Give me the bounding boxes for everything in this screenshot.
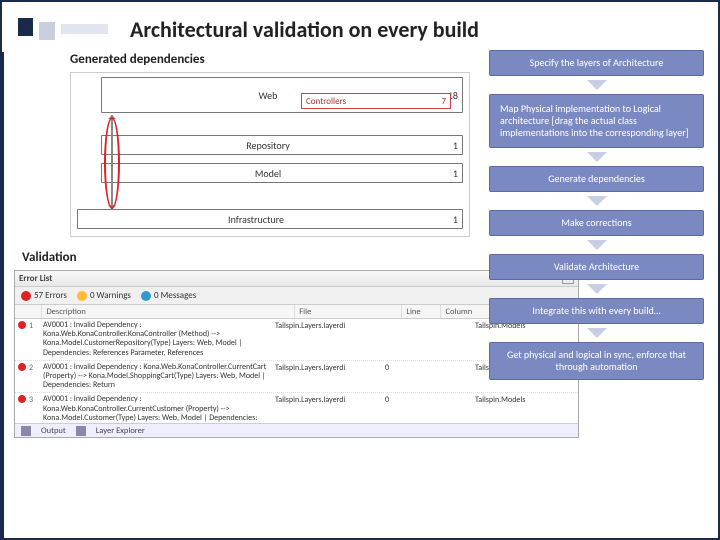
output-icon: [21, 426, 31, 436]
row-line: 0: [385, 363, 425, 391]
flow-arrow-icon: [587, 196, 607, 206]
col-column[interactable]: Column: [441, 305, 490, 318]
flow-step: Validate Architecture: [489, 254, 704, 280]
row-line: [385, 321, 425, 358]
flow-step: Specify the layers of Architecture: [489, 50, 704, 76]
flow-step: Integrate this with every build…: [489, 298, 704, 324]
flow-step: Make corrections: [489, 210, 704, 236]
layer-explorer-icon: [76, 426, 86, 436]
highlight-oval: [104, 117, 120, 209]
layer-infrastructure: Infrastructure 1: [77, 209, 463, 229]
info-icon: [141, 291, 151, 301]
flow-arrow-icon: [587, 152, 607, 162]
layer-controllers-label: Controllers: [306, 96, 346, 107]
row-file: Tailspin.Layers.layerdi: [275, 321, 385, 358]
row-description: AV0001 : Invalid Dependency : Kona.Web.K…: [43, 321, 275, 358]
layer-model: Model 1: [101, 163, 463, 183]
layer-infrastructure-count: 1: [434, 213, 462, 226]
col-description[interactable]: Description: [42, 305, 295, 318]
flow-arrow-icon: [587, 284, 607, 294]
page-title: Architectural validation on every build: [130, 16, 479, 43]
slide-left-edge: [0, 52, 4, 538]
filter-messages[interactable]: 0 Messages: [141, 290, 196, 301]
row-column: [425, 321, 475, 358]
flow-arrow-icon: [587, 240, 607, 250]
col-line[interactable]: Line: [402, 305, 441, 318]
layer-model-label: Model: [102, 167, 434, 180]
row-description: AV0001 : Invalid Dependency : Kona.Web.K…: [43, 363, 275, 391]
section-generated-deps: Generated dependencies: [70, 52, 205, 67]
layer-repository-count: 1: [434, 139, 462, 152]
filter-errors[interactable]: 57 Errors: [21, 290, 67, 301]
layer-model-count: 1: [434, 167, 462, 180]
layer-controllers: Controllers 7: [301, 93, 451, 109]
layer-repository-label: Repository: [102, 139, 434, 152]
layer-repository: Repository 1: [101, 135, 463, 155]
layer-controllers-count: 7: [441, 96, 446, 107]
error-icon: [21, 291, 31, 301]
section-validation: Validation: [22, 250, 77, 265]
filter-warnings[interactable]: 0 Warnings: [77, 290, 131, 301]
flow-arrow-icon: [587, 328, 607, 338]
layer-infrastructure-label: Infrastructure: [78, 213, 434, 226]
layer-diagram: Web 18 Controllers 7 Repository 1 Model …: [70, 72, 470, 237]
flow-arrow-icon: [587, 80, 607, 90]
warning-icon: [77, 291, 87, 301]
error-icon: [15, 363, 29, 391]
flow-step: Get physical and logical in sync, enforc…: [489, 342, 704, 380]
errorlist-title: Error List: [19, 273, 52, 284]
row-column: [425, 363, 475, 391]
col-file[interactable]: File: [295, 305, 402, 318]
flow-step: Generate dependencies: [489, 166, 704, 192]
flow-step: Map Physical implementation to Logical a…: [489, 94, 704, 148]
row-number: 2: [29, 363, 43, 391]
row-number: 1: [29, 321, 43, 358]
errorlist-footer: Output Layer Explorer: [15, 423, 578, 437]
error-icon: [15, 321, 29, 358]
process-flowchart: Specify the layers of Architecture Map Ph…: [489, 50, 704, 380]
slide-corner-decor: [18, 18, 108, 40]
footer-output-tab[interactable]: Output: [41, 426, 66, 436]
row-file: Tailspin.Layers.layerdi: [275, 363, 385, 391]
footer-layer-explorer-tab[interactable]: Layer Explorer: [96, 426, 145, 436]
